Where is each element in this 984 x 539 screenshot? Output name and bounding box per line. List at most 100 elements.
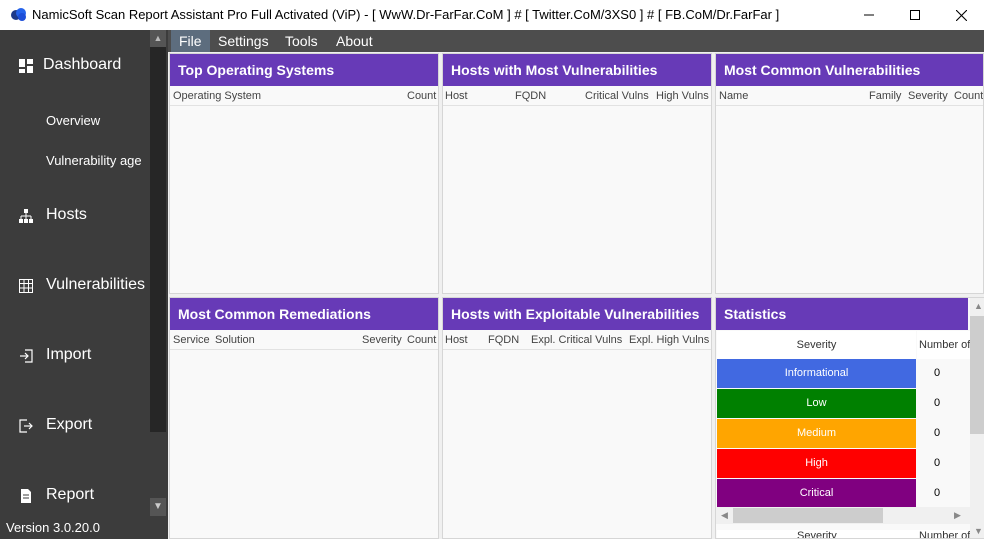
panel-title: Top Operating Systems [170,54,438,86]
sidebar-item-label: Vulnerabilities [46,276,146,293]
severity-cell-high: High [717,449,916,478]
column-header-family[interactable]: Family [869,90,901,102]
export-icon [19,419,33,433]
column-header-fqdn[interactable]: FQDN [488,334,519,346]
sidebar-item-dashboard[interactable]: Dashboard [0,52,148,80]
column-header-severity[interactable]: Severity [717,331,916,359]
sidebar-item-overview[interactable]: Overview [46,113,100,128]
sidebar-item-vulnerability-age[interactable]: Vulnerability age [46,153,142,168]
header-divider [170,105,438,106]
severity-cell-informational: Informational [717,359,916,388]
sidebar-item-label: Import [46,346,92,363]
scroll-down-icon[interactable]: ▼ [974,526,983,536]
maximize-icon [910,10,920,20]
sidebar-item-label: Dashboard [43,56,122,73]
statistics-second-header: Severity Number of [717,530,970,538]
table-row[interactable]: Low 0 [717,389,969,418]
severity-cell-low: Low [717,389,916,418]
column-header-host[interactable]: Host [445,90,468,102]
window-title: NamicSoft Scan Report Assistant Pro Full… [32,7,780,22]
severity-cell-medium: Medium [717,419,916,448]
severity-cell-critical: Critical [717,479,916,508]
table-row[interactable]: Medium 0 [717,419,969,448]
menu-bar: File Settings Tools About [168,30,984,52]
network-icon [19,209,33,223]
table-row[interactable]: High 0 [717,449,969,478]
panel-title: Statistics [716,298,968,330]
sidebar-item-vulnerabilities[interactable]: Vulnerabilities [0,272,148,300]
column-header-critical-vulns[interactable]: Critical Vulns [585,90,649,102]
column-header-service[interactable]: Service [173,334,210,346]
column-header-count[interactable]: Count [954,90,983,102]
sidebar-item-import[interactable]: Import [0,342,148,370]
scroll-thumb[interactable] [733,508,883,523]
sidebar-item-report[interactable]: Report [0,482,148,510]
sidebar-item-label: Report [46,486,95,503]
sidebar-scrollbar[interactable] [150,47,166,432]
column-header-severity[interactable]: Severity [908,90,948,102]
column-header-high-vulns[interactable]: High Vulns [656,90,709,102]
sidebar-item-label: Hosts [46,206,87,223]
table-row[interactable]: Critical 0 [717,479,969,508]
column-header-number[interactable]: Number of [917,331,977,359]
scroll-up-icon[interactable]: ▲ [974,301,983,311]
panel-hosts-exploitable-vulnerabilities: Hosts with Exploitable Vulnerabilities H… [442,297,712,539]
column-header-name[interactable]: Name [719,90,748,102]
column-header-count[interactable]: Count [407,90,436,102]
panel-title: Most Common Vulnerabilities [716,54,983,86]
panel-most-common-vulnerabilities: Most Common Vulnerabilities Name Family … [715,53,984,294]
table-row[interactable]: Informational 0 [717,359,969,388]
column-header-host[interactable]: Host [445,334,468,346]
number-cell: 0 [917,359,969,388]
scroll-right-icon[interactable]: ▶ [954,510,961,521]
number-cell: 0 [917,419,969,448]
statistics-vertical-scrollbar[interactable]: ▲ ▼ [970,298,984,538]
column-header-solution[interactable]: Solution [215,334,255,346]
number-cell: 0 [917,479,969,508]
panel-top-operating-systems: Top Operating Systems Operating System C… [169,53,439,294]
header-divider [443,105,711,106]
header-divider [443,349,711,350]
number-cell: 0 [917,389,969,418]
scroll-down-icon[interactable]: ▼ [150,498,166,516]
menu-file[interactable]: File [171,30,210,52]
column-header-count[interactable]: Count [407,334,436,346]
app-logo-icon [11,8,26,21]
panel-title: Hosts with Exploitable Vulnerabilities [443,298,711,330]
sidebar-item-label: Export [46,416,93,433]
minimize-icon [864,14,874,16]
sidebar-item-hosts[interactable]: Hosts [0,202,148,230]
column-header-number[interactable]: Number of [919,530,970,538]
column-header-expl-critical-vulns[interactable]: Expl. Critical Vulns [531,334,622,346]
header-divider [716,105,983,106]
app-window: NamicSoft Scan Report Assistant Pro Full… [0,0,984,539]
menu-tools[interactable]: Tools [277,30,326,52]
column-header-operating-system[interactable]: Operating System [173,90,261,102]
table-icon [19,279,33,293]
panel-statistics: Statistics Severity Number of Informatio… [715,297,984,539]
title-bar: NamicSoft Scan Report Assistant Pro Full… [0,0,984,30]
header-divider [170,349,438,350]
minimize-button[interactable] [846,0,892,30]
sidebar: Dashboard Overview Vulnerability age Hos… [0,30,168,539]
column-header-fqdn[interactable]: FQDN [515,90,546,102]
version-label: Version 3.0.20.0 [6,520,100,535]
sidebar-item-export[interactable]: Export [0,412,148,440]
scroll-thumb[interactable] [970,316,984,434]
scroll-up-icon[interactable]: ▲ [150,30,166,47]
panel-hosts-most-vulnerabilities: Hosts with Most Vulnerabilities Host FQD… [442,53,712,294]
dashboard-icon [19,59,33,73]
maximize-button[interactable] [892,0,938,30]
menu-settings[interactable]: Settings [210,30,277,52]
menu-about[interactable]: About [328,30,381,52]
close-icon [955,9,967,21]
close-button[interactable] [938,0,984,30]
column-header-expl-high-vulns[interactable]: Expl. High Vulns [629,334,709,346]
column-header-severity[interactable]: Severity [362,334,402,346]
panel-title: Hosts with Most Vulnerabilities [443,54,711,86]
column-header-severity[interactable]: Severity [797,530,837,538]
import-icon [20,349,33,363]
report-icon [21,489,31,503]
statistics-horizontal-scrollbar[interactable]: ◀ ▶ [716,507,970,524]
scroll-left-icon[interactable]: ◀ [721,510,728,521]
